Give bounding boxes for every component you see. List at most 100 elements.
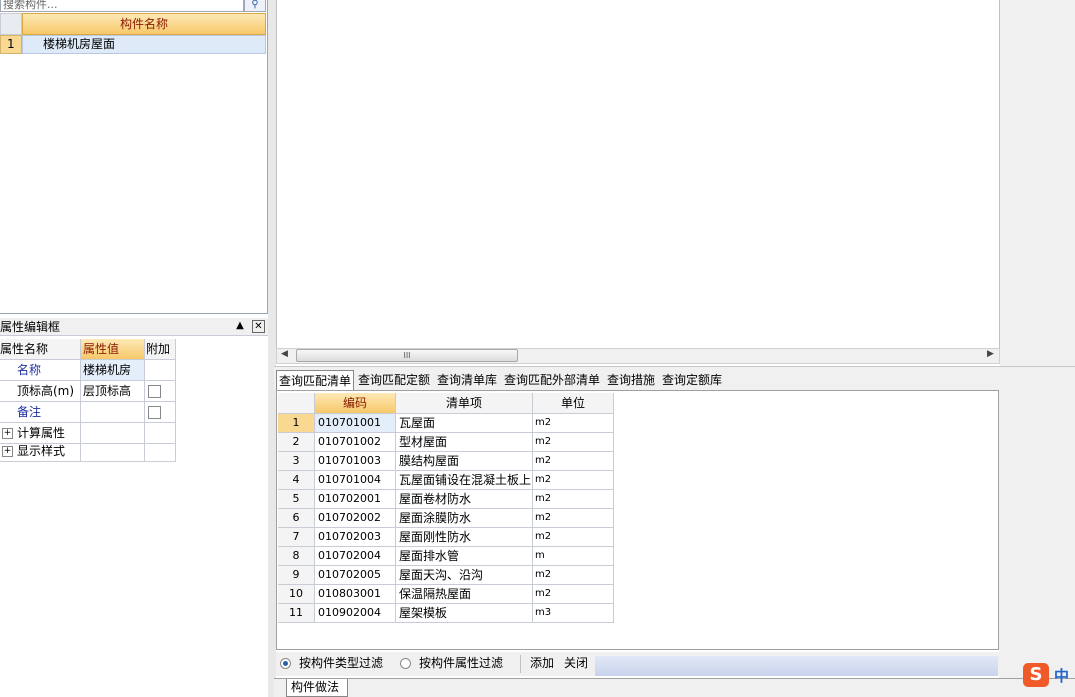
row-number[interactable]: 2	[278, 433, 315, 452]
row-number[interactable]: 11	[278, 604, 315, 623]
search-input[interactable]: 搜索构件...	[0, 0, 244, 12]
property-name-cell: 顶标高(m)	[0, 381, 81, 402]
property-value-cell[interactable]	[81, 402, 145, 423]
pin-icon[interactable]: ▲	[234, 320, 246, 332]
item-cell[interactable]: 屋架模板	[396, 604, 533, 623]
expand-icon[interactable]: +	[2, 446, 13, 457]
item-cell[interactable]: 瓦屋面铺设在混凝土板上	[396, 471, 533, 490]
unit-cell[interactable]: m2	[533, 452, 614, 471]
unit-cell[interactable]: m	[533, 547, 614, 566]
property-group-label: 显示样式	[17, 444, 66, 458]
vertical-splitter[interactable]	[268, 0, 276, 697]
row-number-header	[0, 13, 22, 35]
item-cell[interactable]: 型材屋面	[396, 433, 533, 452]
component-row[interactable]: 楼梯机房屋面	[22, 35, 266, 54]
row-number[interactable]: 9	[278, 566, 315, 585]
property-panel-title: 属性编辑框	[0, 318, 268, 336]
unit-cell[interactable]: m2	[533, 414, 614, 433]
property-name-cell: 名称	[0, 360, 81, 381]
code-cell[interactable]: 010702004	[315, 547, 396, 566]
filter-by-attr-label[interactable]: 按构件属性过滤	[419, 655, 503, 671]
search-icon[interactable]: ⚲	[244, 0, 266, 12]
tab-query-external-list[interactable]: 查询匹配外部清单	[504, 370, 600, 390]
code-cell[interactable]: 010803001	[315, 585, 396, 604]
property-extra-cell	[145, 381, 176, 402]
property-name-header: 属性名称	[0, 339, 81, 360]
add-button[interactable]: 添加	[530, 655, 554, 671]
tab-query-matched-list[interactable]: 查询匹配清单	[276, 370, 355, 392]
unit-column-header[interactable]: 单位	[533, 393, 614, 414]
unit-cell[interactable]: m2	[533, 509, 614, 528]
code-cell[interactable]: 010701003	[315, 452, 396, 471]
filter-by-type-label[interactable]: 按构件类型过滤	[299, 655, 383, 671]
code-cell[interactable]: 010702005	[315, 566, 396, 585]
attach-checkbox[interactable]	[148, 406, 161, 419]
code-cell[interactable]: 010902004	[315, 604, 396, 623]
item-column-header[interactable]: 清单项	[396, 393, 533, 414]
row-number[interactable]: 10	[278, 585, 315, 604]
scroll-left-icon[interactable]: ◀	[281, 349, 288, 359]
item-cell[interactable]: 瓦屋面	[396, 414, 533, 433]
property-extra-header: 附加	[145, 339, 176, 360]
code-cell[interactable]: 010701001	[315, 414, 396, 433]
row-number[interactable]: 5	[278, 490, 315, 509]
code-cell[interactable]: 010702002	[315, 509, 396, 528]
close-icon[interactable]: ✕	[252, 320, 265, 333]
row-number[interactable]: 8	[278, 547, 315, 566]
property-group-label: 计算属性	[17, 426, 66, 440]
property-value-cell[interactable]: 楼梯机房	[81, 360, 145, 381]
code-cell[interactable]: 010701004	[315, 471, 396, 490]
property-value-header: 属性值	[81, 339, 145, 360]
property-value-cell	[81, 441, 145, 462]
item-cell[interactable]: 屋面排水管	[396, 547, 533, 566]
filter-by-attr-radio[interactable]	[400, 658, 411, 669]
tab-component-method[interactable]: 构件做法	[286, 679, 349, 697]
side-gray-area	[999, 390, 1075, 697]
row-number: 1	[0, 35, 22, 54]
row-number[interactable]: 4	[278, 471, 315, 490]
item-cell[interactable]: 膜结构屋面	[396, 452, 533, 471]
property-name-cell: 备注	[0, 402, 81, 423]
filter-by-type-radio[interactable]	[280, 658, 291, 669]
ime-logo-icon[interactable]: S	[1023, 663, 1049, 687]
attach-checkbox[interactable]	[148, 385, 161, 398]
scroll-right-icon[interactable]: ▶	[987, 349, 994, 359]
code-column-header[interactable]: 编码	[315, 393, 396, 414]
tab-query-quota-library[interactable]: 查询定额库	[662, 370, 722, 390]
property-value-cell[interactable]: 层顶标高	[81, 381, 145, 402]
property-group-row[interactable]: + 显示样式	[0, 441, 81, 462]
tab-query-matched-quota[interactable]: 查询匹配定额	[358, 370, 430, 390]
code-cell[interactable]: 010701002	[315, 433, 396, 452]
property-extra-cell	[145, 402, 176, 423]
code-cell[interactable]: 010702001	[315, 490, 396, 509]
item-cell[interactable]: 屋面卷材防水	[396, 490, 533, 509]
tab-query-list-library[interactable]: 查询清单库	[437, 370, 497, 390]
unit-cell[interactable]: m2	[533, 471, 614, 490]
bottom-tab-strip	[274, 678, 1075, 697]
unit-cell[interactable]: m2	[533, 566, 614, 585]
ime-language-indicator[interactable]: 中	[1054, 665, 1069, 686]
property-extra-cell	[145, 441, 176, 462]
item-cell[interactable]: 屋面刚性防水	[396, 528, 533, 547]
component-name-header[interactable]: 构件名称	[22, 13, 266, 35]
property-extra-cell	[145, 360, 176, 381]
item-cell[interactable]: 屋面涂膜防水	[396, 509, 533, 528]
close-button[interactable]: 关闭	[564, 655, 588, 671]
status-strip	[595, 656, 998, 676]
code-cell[interactable]: 010702003	[315, 528, 396, 547]
unit-cell[interactable]: m2	[533, 433, 614, 452]
scrollbar-thumb[interactable]: III	[296, 349, 518, 362]
unit-cell[interactable]: m2	[533, 585, 614, 604]
side-gray-area	[1000, 0, 1075, 366]
row-number[interactable]: 7	[278, 528, 315, 547]
unit-cell[interactable]: m2	[533, 490, 614, 509]
row-number[interactable]: 1	[278, 414, 315, 433]
row-number[interactable]: 3	[278, 452, 315, 471]
expand-icon[interactable]: +	[2, 428, 13, 439]
unit-cell[interactable]: m3	[533, 604, 614, 623]
item-cell[interactable]: 屋面天沟、沿沟	[396, 566, 533, 585]
row-number[interactable]: 6	[278, 509, 315, 528]
tab-query-measures[interactable]: 查询措施	[607, 370, 655, 390]
unit-cell[interactable]: m2	[533, 528, 614, 547]
item-cell[interactable]: 保温隔热屋面	[396, 585, 533, 604]
